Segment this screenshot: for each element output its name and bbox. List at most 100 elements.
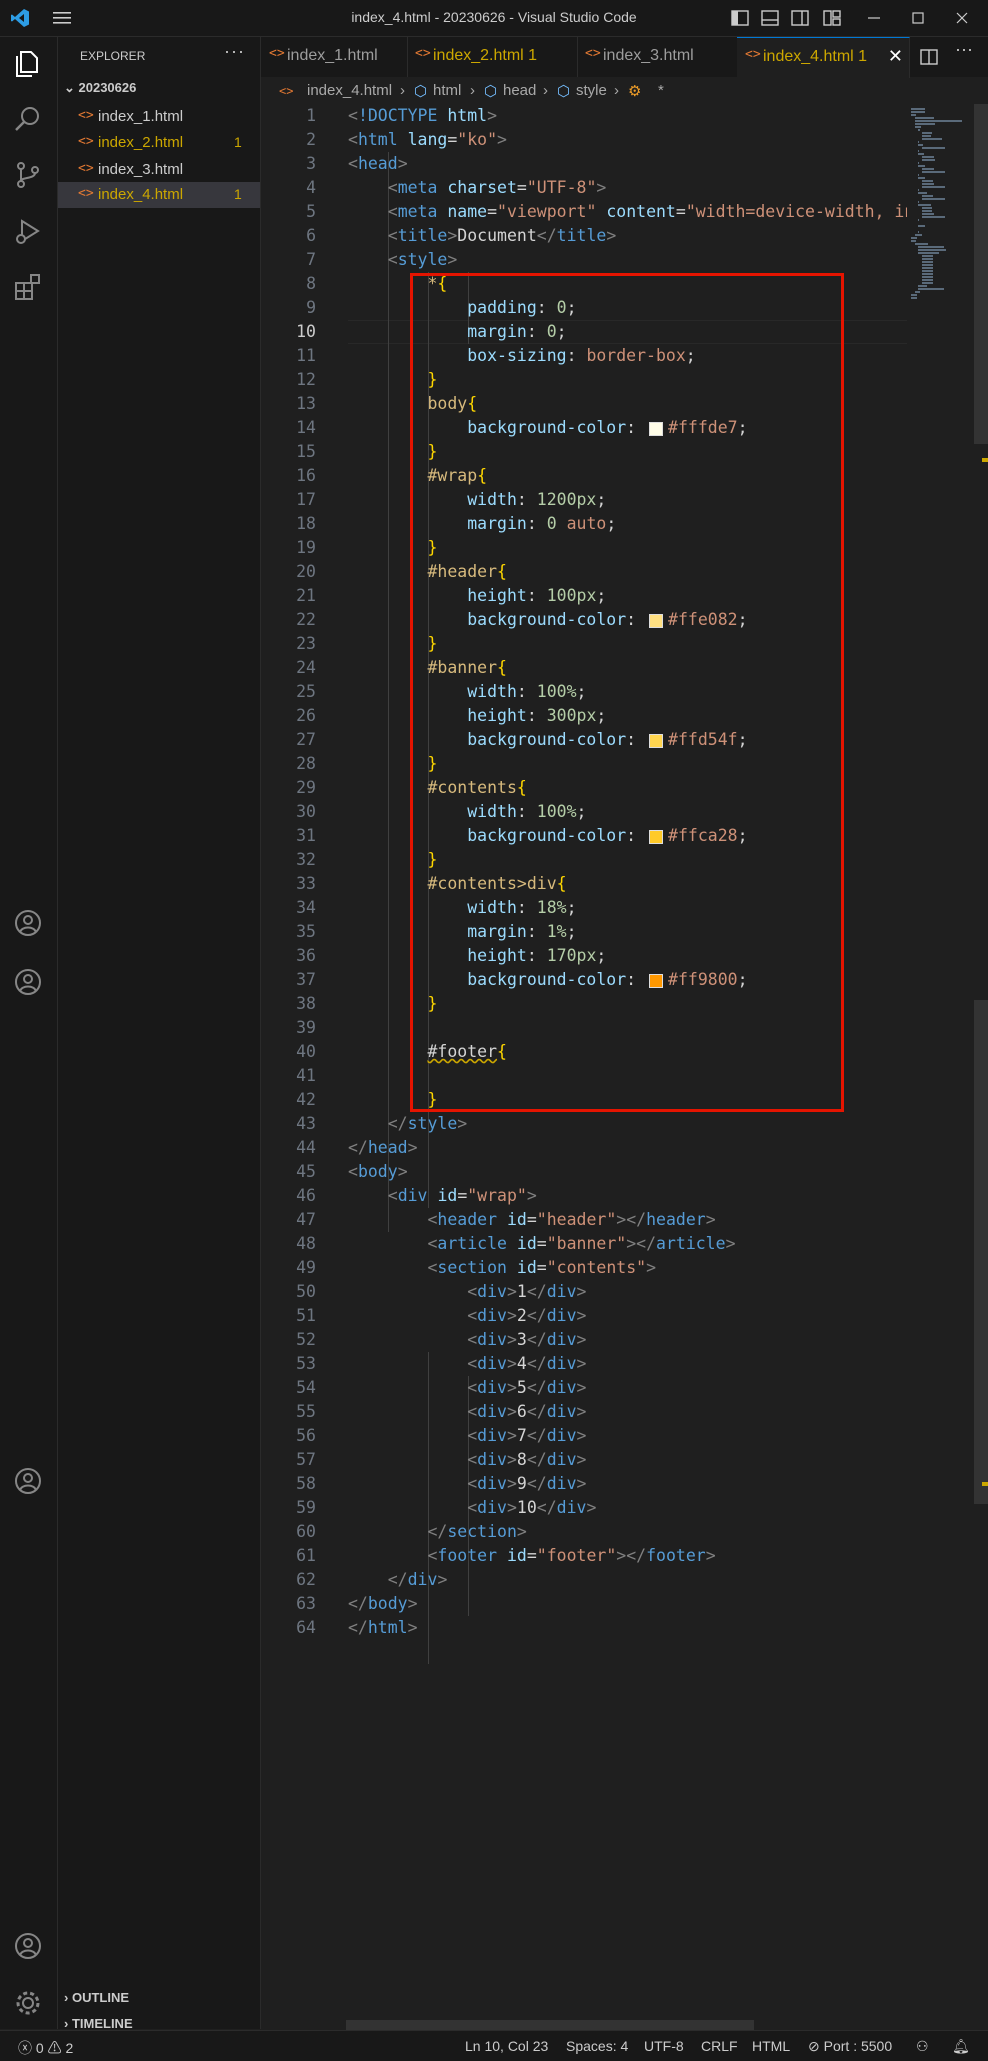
file-item-index-2[interactable]: <> index_2.html 1 bbox=[58, 130, 260, 156]
explorer-more-actions[interactable]: ··· bbox=[224, 41, 245, 62]
code-line[interactable]: 8 *{ bbox=[261, 272, 907, 296]
code-line[interactable]: 43 </style> bbox=[261, 1112, 907, 1136]
code-line[interactable]: 2 <html lang="ko"> bbox=[261, 128, 907, 152]
code-line[interactable]: 49 <section id="contents"> bbox=[261, 1256, 907, 1280]
code-line[interactable]: 59 <div>10</div> bbox=[261, 1496, 907, 1520]
code-line[interactable]: 62 </div> bbox=[261, 1568, 907, 1592]
color-swatch-icon[interactable] bbox=[649, 733, 664, 748]
breadcrumb-html[interactable]: html bbox=[433, 82, 461, 99]
code-line[interactable]: 58 <div>9</div> bbox=[261, 1472, 907, 1496]
breadcrumb-selector[interactable]: * bbox=[658, 82, 664, 99]
code-line[interactable]: 42 } bbox=[261, 1088, 907, 1112]
vertical-scrollbar[interactable] bbox=[970, 104, 988, 2024]
code-line[interactable]: 7 <style> bbox=[261, 248, 907, 272]
code-line[interactable]: 30 width: 100%; bbox=[261, 800, 907, 824]
code-line[interactable]: 37 background-color: #ff9800; bbox=[261, 968, 907, 992]
code-line[interactable]: 24 #banner{ bbox=[261, 656, 907, 680]
code-line[interactable]: 21 height: 100px; bbox=[261, 584, 907, 608]
code-line[interactable]: 16 #wrap{ bbox=[261, 464, 907, 488]
code-line[interactable]: 64 </html> bbox=[261, 1616, 907, 1640]
code-line[interactable]: 63 </body> bbox=[261, 1592, 907, 1616]
notifications-bell-icon[interactable]: 🔔︎ bbox=[952, 2038, 970, 2055]
feedback-icon[interactable]: ⚇ bbox=[916, 2038, 929, 2055]
breadcrumb-file[interactable]: index_4.html bbox=[307, 82, 392, 99]
toggle-secondary-sidebar-icon[interactable] bbox=[790, 8, 810, 28]
language-mode[interactable]: HTML bbox=[752, 2038, 790, 2054]
code-line[interactable]: 3 <head> bbox=[261, 152, 907, 176]
horizontal-scrollbar[interactable] bbox=[346, 2020, 754, 2030]
code-line[interactable]: 12 } bbox=[261, 368, 907, 392]
code-line[interactable]: 33 #contents>div{ bbox=[261, 872, 907, 896]
code-line[interactable]: 46 <div id="wrap"> bbox=[261, 1184, 907, 1208]
close-tab-icon[interactable]: ✕ bbox=[888, 46, 903, 67]
color-swatch-icon[interactable] bbox=[649, 829, 664, 844]
code-line[interactable]: 15 } bbox=[261, 440, 907, 464]
encoding[interactable]: UTF-8 bbox=[644, 2038, 684, 2054]
account-icon[interactable] bbox=[12, 907, 44, 939]
color-swatch-icon[interactable] bbox=[649, 973, 664, 988]
maximize-icon[interactable] bbox=[908, 8, 928, 28]
code-line[interactable]: 44 </head> bbox=[261, 1136, 907, 1160]
code-line[interactable]: 5 <meta name="viewport" content="width=d… bbox=[261, 200, 907, 224]
code-line[interactable]: 53 <div>4</div> bbox=[261, 1352, 907, 1376]
outline-section[interactable]: › OUTLINE bbox=[64, 1990, 129, 2005]
search-icon[interactable] bbox=[12, 103, 44, 135]
code-line[interactable]: 20 #header{ bbox=[261, 560, 907, 584]
tab-index-4[interactable]: <> index_4.html 1 ✕ bbox=[737, 37, 910, 78]
code-line[interactable]: 61 <footer id="footer"></footer> bbox=[261, 1544, 907, 1568]
code-line[interactable]: 26 height: 300px; bbox=[261, 704, 907, 728]
code-line[interactable]: 41 bbox=[261, 1064, 907, 1088]
toggle-panel-icon[interactable] bbox=[760, 8, 780, 28]
code-line[interactable]: 39 bbox=[261, 1016, 907, 1040]
code-line[interactable]: 14 background-color: #fffde7; bbox=[261, 416, 907, 440]
minimize-icon[interactable] bbox=[864, 8, 884, 28]
code-line[interactable]: 47 <header id="header"></header> bbox=[261, 1208, 907, 1232]
file-item-index-3[interactable]: <> index_3.html bbox=[58, 157, 260, 183]
code-line[interactable]: 11 box-sizing: border-box; bbox=[261, 344, 907, 368]
tab-index-1[interactable]: <> index_1.html bbox=[261, 37, 408, 77]
code-line[interactable]: 52 <div>3</div> bbox=[261, 1328, 907, 1352]
workspace-folder[interactable]: ⌄ 20230626 bbox=[64, 80, 136, 96]
code-line[interactable]: 1 <!DOCTYPE html> bbox=[261, 104, 907, 128]
code-line[interactable]: 10 margin: 0; bbox=[261, 320, 907, 344]
code-line[interactable]: 22 background-color: #ffe082; bbox=[261, 608, 907, 632]
breadcrumb-head[interactable]: head bbox=[503, 82, 536, 99]
editor-more-actions[interactable]: ··· bbox=[955, 39, 973, 60]
source-control-icon[interactable] bbox=[12, 159, 44, 191]
code-line[interactable]: 48 <article id="banner"></article> bbox=[261, 1232, 907, 1256]
cursor-position[interactable]: Ln 10, Col 23 bbox=[465, 2038, 548, 2054]
file-item-index-4[interactable]: <> index_4.html 1 bbox=[58, 182, 260, 208]
code-line[interactable]: 55 <div>6</div> bbox=[261, 1400, 907, 1424]
scrollbar-thumb[interactable] bbox=[974, 104, 988, 444]
code-line[interactable]: 17 width: 1200px; bbox=[261, 488, 907, 512]
extensions-icon[interactable] bbox=[12, 271, 44, 303]
color-swatch-icon[interactable] bbox=[649, 421, 664, 436]
explorer-icon[interactable] bbox=[12, 47, 44, 79]
code-line[interactable]: 13 body{ bbox=[261, 392, 907, 416]
accounts-icon[interactable] bbox=[12, 1930, 44, 1962]
toggle-primary-sidebar-icon[interactable] bbox=[730, 8, 750, 28]
code-line[interactable]: 50 <div>1</div> bbox=[261, 1280, 907, 1304]
code-line[interactable]: 28 } bbox=[261, 752, 907, 776]
end-of-line[interactable]: CRLF bbox=[701, 2038, 738, 2054]
code-line[interactable]: 54 <div>5</div> bbox=[261, 1376, 907, 1400]
indentation[interactable]: Spaces: 4 bbox=[566, 2038, 628, 2054]
code-line[interactable]: 34 width: 18%; bbox=[261, 896, 907, 920]
code-editor[interactable]: 1 <!DOCTYPE html> 2 <html lang="ko"> 3 <head>… bbox=[261, 104, 907, 2024]
code-line[interactable]: 25 width: 100%; bbox=[261, 680, 907, 704]
code-line[interactable]: 38 } bbox=[261, 992, 907, 1016]
code-line[interactable]: 35 margin: 1%; bbox=[261, 920, 907, 944]
code-line[interactable]: 45 <body> bbox=[261, 1160, 907, 1184]
code-line[interactable]: 4 <meta charset="UTF-8"> bbox=[261, 176, 907, 200]
file-item-index-1[interactable]: <> index_1.html bbox=[58, 104, 260, 130]
timeline-section[interactable]: › TIMELINE bbox=[64, 2016, 133, 2031]
code-line[interactable]: 23 } bbox=[261, 632, 907, 656]
code-line[interactable]: 9 padding: 0; bbox=[261, 296, 907, 320]
code-line[interactable]: 27 background-color: #ffd54f; bbox=[261, 728, 907, 752]
code-line[interactable]: 57 <div>8</div> bbox=[261, 1448, 907, 1472]
close-window-icon[interactable] bbox=[952, 8, 972, 28]
account-icon-3[interactable] bbox=[12, 1465, 44, 1497]
code-line[interactable]: 31 background-color: #ffca28; bbox=[261, 824, 907, 848]
breadcrumb-style[interactable]: style bbox=[576, 82, 607, 99]
code-line[interactable]: 56 <div>7</div> bbox=[261, 1424, 907, 1448]
